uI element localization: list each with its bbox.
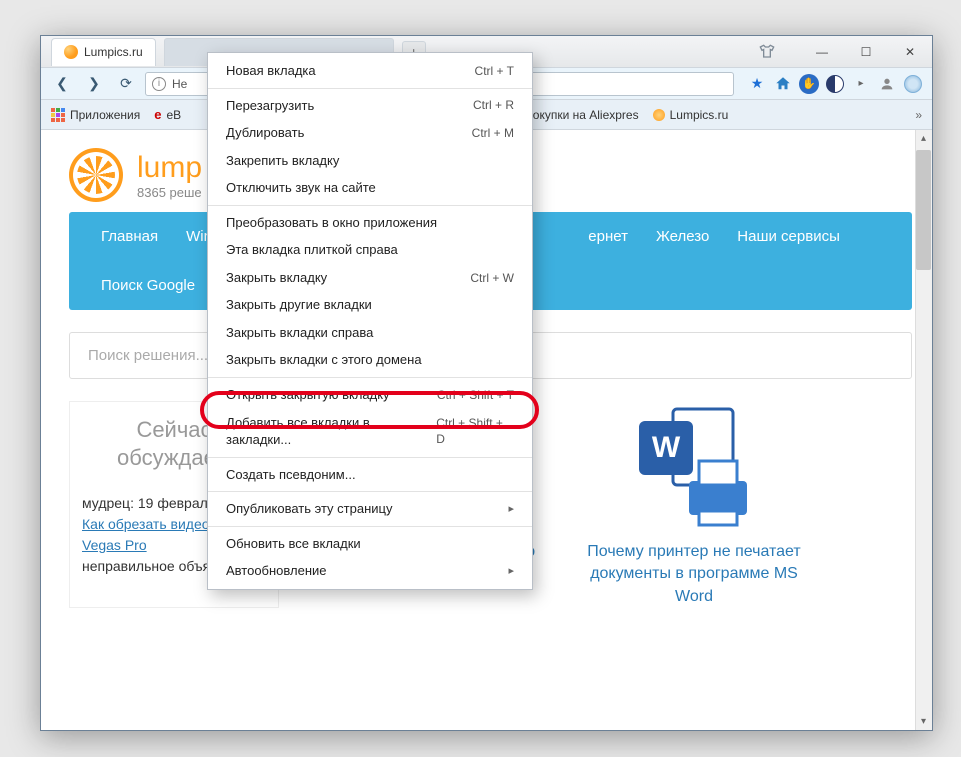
site-info-icon[interactable]: i <box>152 77 166 91</box>
tab-title: Lumpics.ru <box>84 45 143 59</box>
card-title: Почему принтер не печатает документы в п… <box>579 541 809 608</box>
home-icon[interactable] <box>772 73 794 95</box>
menu-to-app-window[interactable]: Преобразовать в окно приложения <box>208 209 532 237</box>
bookmark-lumpics-label: Lumpics.ru <box>670 108 729 122</box>
hand-icon[interactable]: ✋ <box>798 73 820 95</box>
toolbar-right-icons: ★ ✋ ▸ <box>746 73 924 95</box>
vertical-scrollbar[interactable]: ▴ ▾ <box>915 130 932 730</box>
tshirt-icon[interactable] <box>757 42 777 62</box>
card-word-printer[interactable]: W Почему принтер не печатает документы в… <box>579 401 809 608</box>
bookmark-ali-label: Покупки на Aliexpres <box>524 108 638 122</box>
nav-internet[interactable]: ернет <box>574 212 642 261</box>
menu-mute[interactable]: Отключить звук на сайте <box>208 174 532 202</box>
lumpics-icon <box>653 109 665 121</box>
back-button[interactable]: ❮ <box>49 72 75 96</box>
menu-autoreload[interactable]: Автообновление <box>208 557 532 585</box>
menu-reload[interactable]: ПерезагрузитьCtrl + R <box>208 92 532 120</box>
menu-close-right[interactable]: Закрыть вкладки справа <box>208 319 532 347</box>
bookmark-apps-label: Приложения <box>70 108 140 122</box>
bookmark-apps[interactable]: Приложения <box>51 108 140 122</box>
theme-toggle-icon[interactable] <box>824 73 846 95</box>
bookmark-more[interactable]: » <box>915 108 922 122</box>
more-arrow-icon[interactable]: ▸ <box>850 73 872 95</box>
menu-reopen-closed[interactable]: Открыть закрытую вкладкуCtrl + Shift + T <box>208 381 532 409</box>
menu-new-tab[interactable]: Новая вкладкаCtrl + T <box>208 57 532 85</box>
menu-pin[interactable]: Закрепить вкладку <box>208 147 532 175</box>
bookmark-ebay[interactable]: e eB <box>154 107 181 122</box>
word-printer-icon: W <box>629 401 759 531</box>
minimize-button[interactable]: — <box>800 36 844 68</box>
menu-close-other[interactable]: Закрыть другие вкладки <box>208 291 532 319</box>
ebay-icon: e <box>154 107 161 122</box>
nav-services[interactable]: Наши сервисы <box>723 212 854 261</box>
nav-home[interactable]: Главная <box>87 212 172 261</box>
favicon-lumpics-icon <box>64 45 78 59</box>
apps-grid-icon <box>51 108 65 122</box>
menu-close-domain[interactable]: Закрыть вкладки с этого домена <box>208 346 532 374</box>
site-logo-icon[interactable] <box>69 148 123 202</box>
bookmark-star-icon[interactable]: ★ <box>746 73 768 95</box>
bookmark-lumpics[interactable]: Lumpics.ru <box>653 108 729 122</box>
scroll-down-arrow-icon[interactable]: ▾ <box>915 713 932 730</box>
bookmark-ebay-label: eB <box>166 108 181 122</box>
profile-icon[interactable] <box>876 73 898 95</box>
forward-button[interactable]: ❯ <box>81 72 107 96</box>
maximize-button[interactable]: ☐ <box>844 36 888 68</box>
tab-active[interactable]: Lumpics.ru <box>51 38 156 66</box>
nav-hardware[interactable]: Железо <box>642 212 723 261</box>
scroll-up-arrow-icon[interactable]: ▴ <box>915 130 932 147</box>
menu-bookmark-all[interactable]: Добавить все вкладки в закладки...Ctrl +… <box>208 409 532 454</box>
svg-text:W: W <box>652 431 681 464</box>
window-controls: — ☐ ✕ <box>800 36 932 68</box>
reload-button[interactable]: ⟳ <box>113 72 139 96</box>
menu-create-alias[interactable]: Создать псевдоним... <box>208 461 532 489</box>
menu-close-tab[interactable]: Закрыть вкладкуCtrl + W <box>208 264 532 292</box>
tab-context-menu: Новая вкладкаCtrl + T ПерезагрузитьCtrl … <box>207 52 533 590</box>
close-button[interactable]: ✕ <box>888 36 932 68</box>
settings-gear-icon[interactable] <box>902 73 924 95</box>
menu-duplicate[interactable]: ДублироватьCtrl + M <box>208 119 532 147</box>
site-title: lump <box>137 151 202 185</box>
menu-tile-right[interactable]: Эта вкладка плиткой справа <box>208 236 532 264</box>
site-subtitle: 8365 реше <box>137 185 202 200</box>
nav-search-google[interactable]: Поиск Google <box>87 261 209 310</box>
url-text: Не <box>172 77 187 91</box>
menu-reload-all[interactable]: Обновить все вкладки <box>208 530 532 558</box>
menu-publish[interactable]: Опубликовать эту страницу <box>208 495 532 523</box>
scroll-thumb[interactable] <box>916 150 931 270</box>
